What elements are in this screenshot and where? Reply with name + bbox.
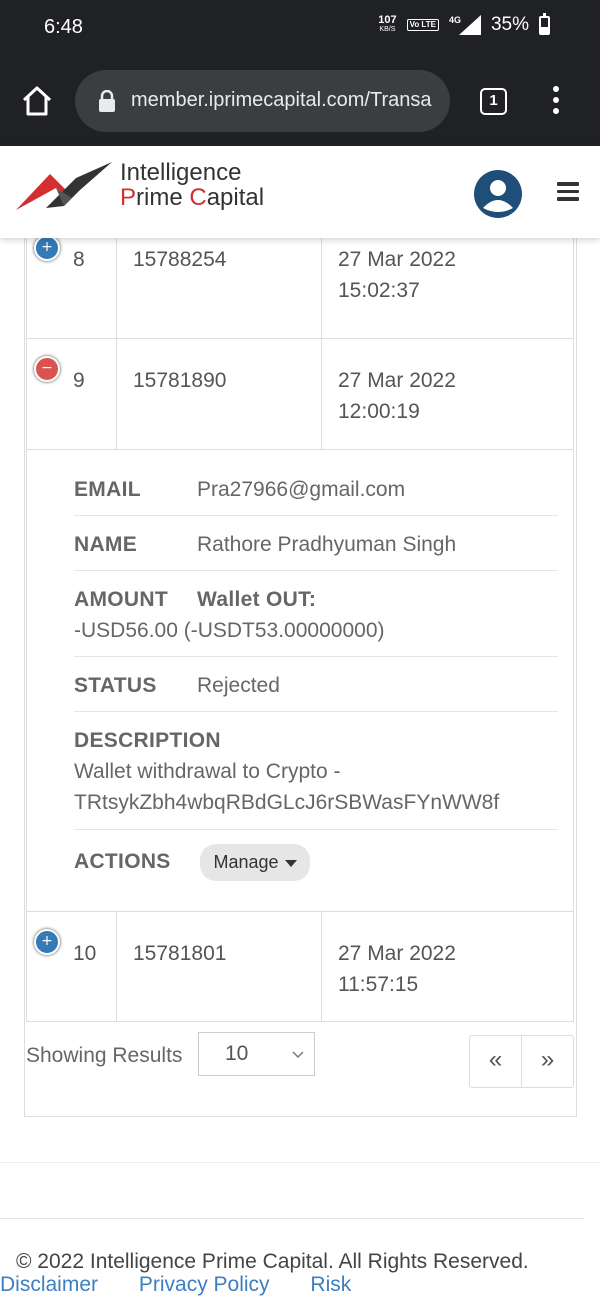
signal-icon: 4G [449, 15, 481, 35]
manage-button[interactable]: Manage [200, 844, 310, 881]
footer-links: Disclaimer Privacy Policy Risk [0, 1273, 386, 1297]
url-bar[interactable]: member.iprimecapital.com/Transa [75, 70, 450, 132]
detail-amount: AMOUNT Wallet OUT: -USD56.00 (-USDT53.000… [74, 584, 558, 657]
caret-down-icon [284, 859, 297, 867]
amount-value: -USD56.00 (-USDT53.00000000) [74, 619, 385, 642]
detail-status: STATUS Rejected [74, 670, 558, 712]
tab-switcher-button[interactable]: 1 [480, 88, 507, 115]
row-index: 8 [27, 238, 117, 338]
chevron-down-icon [292, 1051, 304, 1059]
menu-icon[interactable] [557, 182, 579, 202]
transaction-id: 15788254 [117, 238, 322, 338]
status-value: Rejected [197, 674, 280, 697]
battery-icon [539, 12, 550, 35]
brand-name[interactable]: Intelligence Prime Capital [120, 160, 264, 210]
next-page-button[interactable]: » [522, 1036, 573, 1087]
table-row: − 9 15781890 27 Mar 2022 12:00:19 [26, 339, 574, 450]
logo-icon[interactable] [16, 160, 114, 220]
table-row: + 10 15781801 27 Mar 2022 11:57:15 [26, 911, 574, 1022]
detail-email: EMAIL Pra27966@gmail.com [74, 474, 558, 516]
detail-name: NAME Rathore Pradhyuman Singh [74, 529, 558, 571]
volte-icon: Vo LTE [406, 19, 439, 31]
battery-percent: 35% [490, 14, 529, 35]
network-speed: 107 KB/S [378, 14, 397, 34]
privacy-policy-link[interactable]: Privacy Policy [139, 1273, 270, 1296]
name-value: Rathore Pradhyuman Singh [197, 533, 457, 556]
more-options-icon[interactable] [552, 86, 560, 118]
detail-actions: ACTIONS Manage [74, 844, 558, 888]
lock-icon [99, 90, 115, 112]
page-size-select[interactable]: 10 [198, 1032, 315, 1076]
browser-toolbar: member.iprimecapital.com/Transa 1 [0, 58, 600, 146]
transactions-content: + 8 15788254 27 Mar 2022 15:02:37 − 9 15… [0, 238, 600, 1300]
previous-page-button[interactable]: « [470, 1036, 522, 1087]
status-indicators: 107 KB/S Vo LTE 4G 35% [378, 12, 550, 36]
status-time: 6:48 [44, 16, 83, 38]
transaction-datetime: 27 Mar 2022 15:02:37 [338, 248, 456, 302]
risk-link[interactable]: Risk [310, 1273, 351, 1296]
description-line: TRtsykZbh4wbqRBdGLcJ6rSBWasFYnWW8f [74, 791, 500, 814]
user-avatar-icon[interactable] [474, 170, 522, 218]
detail-description: DESCRIPTION Wallet withdrawal to Crypto … [74, 725, 558, 830]
row-index: 9 [27, 339, 117, 449]
site-header: Intelligence Prime Capital [0, 146, 600, 238]
footer-divider [0, 1162, 600, 1163]
transaction-id: 15781890 [117, 339, 322, 449]
copyright-text: © 2022 Intelligence Prime Capital. All R… [16, 1250, 529, 1273]
url-text: member.iprimecapital.com/Transa [131, 89, 432, 111]
table-row: + 8 15788254 27 Mar 2022 15:02:37 [26, 238, 574, 339]
amount-type: Wallet OUT: [197, 588, 317, 611]
transaction-datetime: 27 Mar 2022 11:57:15 [338, 942, 456, 996]
email-value: Pra27966@gmail.com [197, 478, 406, 501]
transaction-datetime: 27 Mar 2022 12:00:19 [338, 369, 456, 423]
pagination-bar: Showing Results 10 « » [26, 1022, 574, 1092]
transaction-id: 15781801 [117, 912, 322, 1021]
showing-results-label: Showing Results [26, 1044, 183, 1067]
disclaimer-link[interactable]: Disclaimer [0, 1273, 98, 1296]
pager: « » [469, 1035, 574, 1088]
home-icon[interactable] [20, 84, 54, 118]
row-detail: EMAIL Pra27966@gmail.com NAME Rathore Pr… [26, 449, 574, 911]
description-line: Wallet withdrawal to Crypto - [74, 760, 341, 783]
status-bar: 6:48 107 KB/S Vo LTE 4G 35% [0, 0, 600, 58]
footer-divider [0, 1218, 584, 1219]
row-index: 10 [27, 912, 117, 1021]
